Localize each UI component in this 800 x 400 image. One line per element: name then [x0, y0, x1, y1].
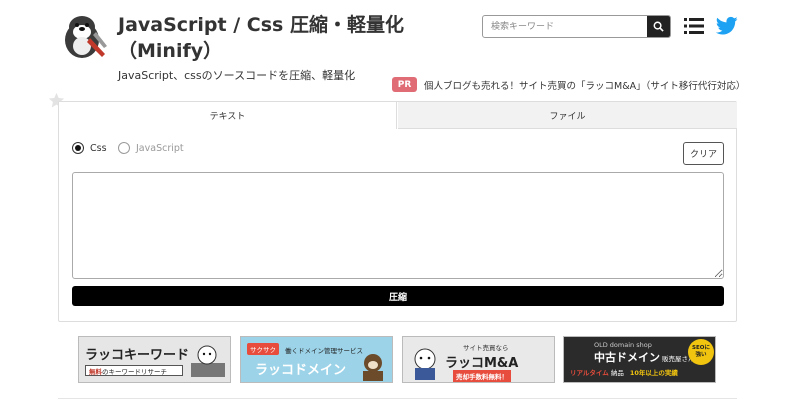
menu-icon[interactable] — [684, 17, 704, 35]
banner-subtitle: 売却手数料無料！ — [453, 370, 511, 382]
banner-title: ラッコドメイン — [255, 363, 347, 378]
banner-subtitle: リアルタイム — [570, 369, 609, 377]
page-subtitle: JavaScript、cssのソースコードを圧縮、軽量化 — [118, 69, 356, 82]
banner-tag: 無料 — [89, 367, 102, 376]
radio-javascript[interactable]: JavaScript — [118, 142, 184, 154]
compress-button[interactable]: 圧縮 — [72, 286, 724, 306]
banner-badge: サクサク — [247, 343, 279, 355]
pr-badge: PR — [392, 77, 417, 92]
banner-old-domain[interactable]: OLD domain shop 中古ドメイン 販売屋さん リアルタイム 納品 1… — [563, 336, 716, 383]
banner-rakko-keyword[interactable]: ラッコキーワード 無料 のキーワードリサーチ — [78, 336, 231, 383]
banner-rakko-ma[interactable]: サイト売買なら ラッコM&A 売却手数料無料！ — [402, 336, 555, 383]
banner-subtitle: のキーワードリサーチ — [102, 367, 167, 376]
banner-title: 中古ドメイン — [594, 351, 660, 364]
otter-illustration — [363, 354, 383, 381]
banner-title: ラッコキーワード — [85, 348, 190, 363]
search-box — [482, 15, 671, 38]
banner-rakko-domain[interactable]: サクサク 働くドメイン管理サービス ラッコドメイン — [240, 336, 393, 383]
banner-note: 10年以上の実績 — [629, 369, 678, 377]
divider — [58, 398, 737, 399]
otter-illustration — [414, 348, 436, 380]
source-code-textarea[interactable] — [72, 172, 724, 279]
radio-button[interactable] — [118, 142, 130, 154]
otter-illustration — [191, 345, 225, 377]
search-icon — [653, 21, 664, 32]
banner-subtitle-row: リアルタイム 納品 10年以上の実績 — [570, 367, 678, 377]
banner-title-row: 中古ドメイン 販売屋さん — [594, 349, 695, 365]
banner-top: サイト売買なら — [463, 344, 509, 352]
banner-title: ラッコM&A — [445, 356, 519, 371]
page-title: JavaScript / Css 圧縮・軽量化（Minify） — [118, 14, 404, 62]
twitter-icon[interactable] — [716, 16, 738, 36]
tab-text[interactable]: テキスト — [59, 102, 397, 129]
search-button[interactable] — [647, 16, 670, 37]
minify-panel: テキスト ファイル Css JavaScript クリア 圧縮 — [58, 101, 737, 322]
banner-subtitle-suffix: 納品 — [610, 369, 624, 377]
radio-button[interactable] — [72, 142, 84, 154]
banner-seal: SEOに強い — [688, 339, 714, 365]
radio-label: Css — [90, 142, 107, 154]
tab-file[interactable]: ファイル — [398, 102, 737, 129]
banner-top: 働くドメイン管理サービス — [285, 347, 363, 355]
radio-css[interactable]: Css — [72, 142, 107, 154]
otter-logo-icon[interactable] — [60, 10, 110, 60]
radio-label: JavaScript — [136, 142, 184, 154]
search-input[interactable] — [483, 16, 647, 37]
pr-ad-link[interactable]: 個人ブログも売れる！サイト売買の「ラッコM&A」（サイト移行代行対応） — [424, 78, 745, 92]
clear-button[interactable]: クリア — [683, 142, 724, 165]
banner-search-bar: 無料 のキーワードリサーチ — [85, 365, 183, 376]
banner-top: OLD domain shop — [594, 341, 652, 349]
